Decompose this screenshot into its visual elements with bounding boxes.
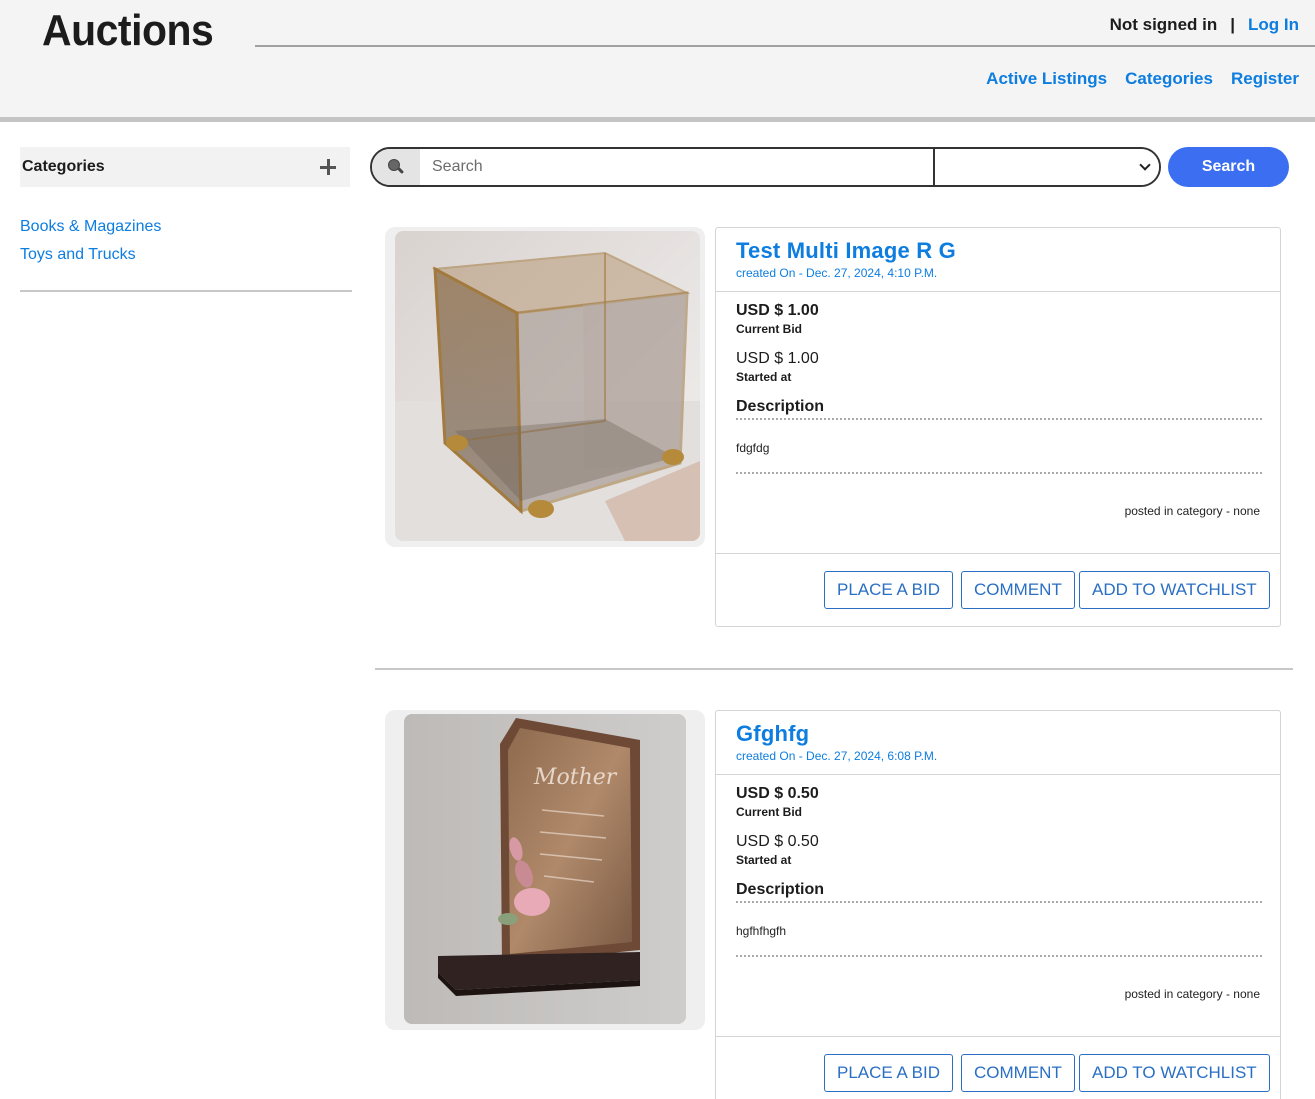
start-price-value: USD $ 0.50 bbox=[736, 833, 819, 850]
login-link[interactable]: Log In bbox=[1248, 15, 1299, 35]
listing-details: USD $ 1.00 Current Bid USD $ 1.00 Starte… bbox=[716, 292, 1280, 554]
auth-separator: | bbox=[1230, 15, 1236, 34]
categories-panel-header[interactable]: Categories bbox=[20, 147, 350, 187]
listing-actions: PLACE A BID COMMENT ADD TO WATCHLIST bbox=[716, 554, 1280, 626]
listing-created-date: created On - Dec. 27, 2024, 6:08 P.M. bbox=[736, 749, 938, 763]
listing-header: Gfghfg created On - Dec. 27, 2024, 6:08 … bbox=[716, 711, 1280, 775]
nav-register[interactable]: Register bbox=[1231, 69, 1299, 89]
comment-button[interactable]: COMMENT bbox=[961, 571, 1075, 609]
listing-actions: PLACE A BID COMMENT ADD TO WATCHLIST bbox=[716, 1037, 1280, 1099]
header-divider bbox=[255, 45, 1315, 47]
listing-card: Test Multi Image R G created On - Dec. 2… bbox=[385, 227, 1281, 627]
listing-card: Mother Gfghfg created On - Dec. 27, 2024… bbox=[385, 710, 1281, 1099]
listing-info-card: Gfghfg created On - Dec. 27, 2024, 6:08 … bbox=[715, 710, 1281, 1099]
header-border bbox=[0, 117, 1315, 122]
category-link-books[interactable]: Books & Magazines bbox=[20, 218, 161, 235]
category-select[interactable] bbox=[935, 149, 1159, 185]
description-heading: Description bbox=[736, 398, 1262, 420]
current-bid-value: USD $ 1.00 bbox=[736, 302, 819, 319]
current-bid-value: USD $ 0.50 bbox=[736, 785, 819, 802]
main-nav: Active Listings Categories Register bbox=[986, 69, 1299, 89]
mirror-plaque-image: Mother bbox=[404, 714, 686, 1024]
start-price-value: USD $ 1.00 bbox=[736, 350, 819, 367]
list-item: Books & Magazines bbox=[20, 213, 161, 241]
site-header: Auctions Not signed in | Log In Active L… bbox=[0, 0, 1315, 117]
place-bid-button[interactable]: PLACE A BID bbox=[824, 1054, 953, 1092]
site-title: Auctions bbox=[42, 6, 214, 55]
listing-info-card: Test Multi Image R G created On - Dec. 2… bbox=[715, 227, 1281, 627]
search-icon bbox=[387, 158, 405, 176]
search-input[interactable] bbox=[420, 149, 935, 185]
category-list: Books & Magazines Toys and Trucks bbox=[20, 213, 161, 269]
start-price-label: Started at bbox=[736, 853, 792, 867]
search-icon-box bbox=[372, 149, 420, 185]
start-price-label: Started at bbox=[736, 370, 792, 384]
posted-category: posted in category - none bbox=[1124, 987, 1260, 1001]
signin-status: Not signed in bbox=[1109, 15, 1218, 34]
listing-header: Test Multi Image R G created On - Dec. 2… bbox=[716, 228, 1280, 292]
listing-created-date: created On - Dec. 27, 2024, 4:10 P.M. bbox=[736, 266, 938, 280]
listing-title[interactable]: Test Multi Image R G bbox=[736, 238, 1280, 264]
place-bid-button[interactable]: PLACE A BID bbox=[824, 571, 953, 609]
sidebar-divider bbox=[20, 290, 352, 292]
current-bid-label: Current Bid bbox=[736, 805, 802, 819]
category-link-toys[interactable]: Toys and Trucks bbox=[20, 246, 136, 263]
listing-image-frame: Mother bbox=[385, 710, 705, 1030]
listing-photo-mirror-plaque[interactable]: Mother bbox=[404, 714, 686, 1024]
search-button[interactable]: Search bbox=[1168, 147, 1289, 187]
plus-icon[interactable] bbox=[320, 159, 336, 175]
chevron-down-icon bbox=[1139, 159, 1151, 171]
nav-categories[interactable]: Categories bbox=[1125, 69, 1213, 89]
glass-box-image bbox=[395, 231, 700, 541]
auth-status-bar: Not signed in | Log In bbox=[1110, 15, 1299, 35]
listing-details: USD $ 0.50 Current Bid USD $ 0.50 Starte… bbox=[716, 775, 1280, 1037]
list-item: Toys and Trucks bbox=[20, 241, 161, 269]
nav-active-listings[interactable]: Active Listings bbox=[986, 69, 1107, 89]
description-text: hgfhfhgfh bbox=[736, 924, 1262, 957]
search-bar bbox=[370, 147, 1161, 187]
listing-divider bbox=[375, 668, 1293, 670]
listing-image-frame bbox=[385, 227, 705, 547]
comment-button[interactable]: COMMENT bbox=[961, 1054, 1075, 1092]
description-heading: Description bbox=[736, 881, 1262, 903]
current-bid-label: Current Bid bbox=[736, 322, 802, 336]
add-to-watchlist-button[interactable]: ADD TO WATCHLIST bbox=[1079, 1054, 1270, 1092]
categories-heading: Categories bbox=[22, 158, 105, 175]
listing-photo-glass-box[interactable] bbox=[395, 231, 700, 541]
description-text: fdgfdg bbox=[736, 441, 1262, 474]
svg-text:Mother: Mother bbox=[533, 765, 618, 790]
add-to-watchlist-button[interactable]: ADD TO WATCHLIST bbox=[1079, 571, 1270, 609]
posted-category: posted in category - none bbox=[1124, 504, 1260, 518]
listing-title[interactable]: Gfghfg bbox=[736, 721, 1280, 747]
